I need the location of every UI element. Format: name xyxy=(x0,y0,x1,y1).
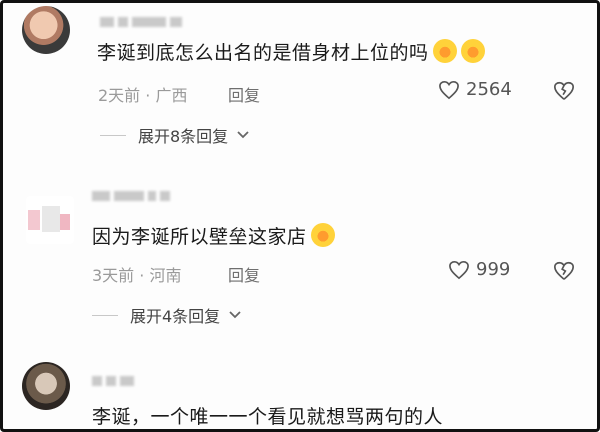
like-count: 999 xyxy=(476,259,511,280)
heart-icon xyxy=(439,80,459,99)
username-blurred xyxy=(92,186,174,201)
username-blurred xyxy=(100,12,186,27)
broken-heart-icon[interactable] xyxy=(553,260,575,282)
comment-text: 李诞，一个唯一一个看见就想骂两句的人 xyxy=(92,406,444,428)
expand-replies-button[interactable]: 展开8条回复 xyxy=(100,123,250,147)
laughing-emoji-icon xyxy=(460,39,485,63)
expand-replies-label: 展开4条回复 xyxy=(130,307,221,326)
avatar[interactable] xyxy=(22,362,70,410)
avatar[interactable] xyxy=(22,6,70,54)
chevron-down-icon xyxy=(237,131,249,139)
expand-replies-button[interactable]: 展开4条回复 xyxy=(92,303,242,327)
laughing-emoji-icon xyxy=(310,223,335,247)
laughing-emoji-icon xyxy=(432,39,457,63)
like-count: 2564 xyxy=(466,79,512,100)
divider-line xyxy=(92,314,118,316)
avatar-image xyxy=(28,206,70,232)
comment-text: 因为李诞所以壁垒这家店 xyxy=(92,222,335,249)
expand-replies-label: 展开8条回复 xyxy=(138,127,229,146)
comment-meta: 3天前 · 河南 xyxy=(92,266,182,285)
broken-heart-icon[interactable] xyxy=(553,80,575,102)
like-button[interactable]: 2564 xyxy=(438,79,512,100)
comment-text: 李诞到底怎么出名的是借身材上位的吗 xyxy=(97,38,485,65)
username-blurred xyxy=(92,371,138,386)
avatar[interactable] xyxy=(26,196,74,244)
chevron-down-icon xyxy=(229,311,241,319)
heart-icon xyxy=(449,260,469,279)
like-button[interactable]: 999 xyxy=(448,259,510,280)
divider-line xyxy=(100,134,126,136)
reply-button[interactable]: 回复 xyxy=(228,82,260,106)
reply-button[interactable]: 回复 xyxy=(228,262,260,286)
comment-meta: 2天前 · 广西 xyxy=(98,86,188,105)
